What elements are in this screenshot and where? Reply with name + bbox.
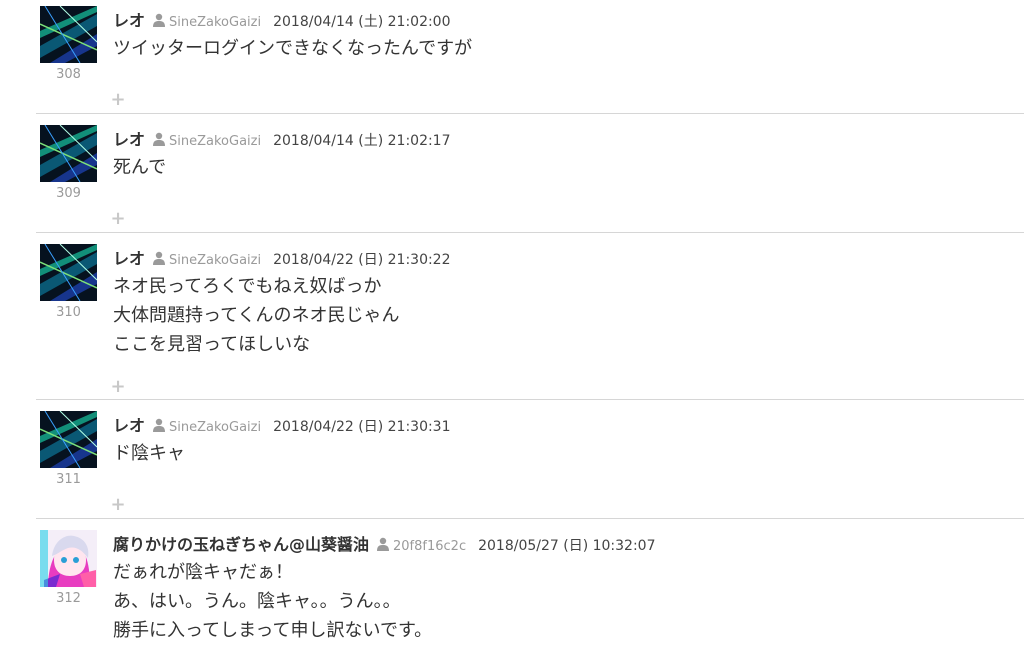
user-id[interactable]: SineZakoGaizi: [169, 253, 261, 268]
author-name[interactable]: レオ: [113, 7, 145, 31]
plus-icon[interactable]: +: [110, 496, 126, 514]
post-line: ド陰キャ: [113, 443, 185, 464]
post: 308 レオ SineZakoGaizi 2018/04/14 (土) 21:0…: [36, 0, 1024, 114]
post-line: ツイッターログインできなくなったんですが: [113, 38, 473, 59]
post: 310 レオ SineZakoGaizi 2018/04/22 (日) 21:3…: [36, 238, 1024, 400]
user-id[interactable]: 20f8f16c2c: [393, 539, 466, 554]
post-line: だぁれが陰キャだぁ！: [113, 562, 293, 583]
post-line: ネオ民ってろくでもねえ奴ばっか: [113, 276, 382, 297]
plus-icon[interactable]: +: [110, 378, 126, 396]
post-date: 2018/04/14 (土) 21:02:17: [273, 133, 451, 149]
post-header: 腐りかけの玉ねぎちゃん@山葵醤油 20f8f16c2c 2018/05/27 (…: [113, 531, 656, 555]
avatar[interactable]: [40, 530, 97, 587]
post-line: 大体問題持ってくんのネオ民じゃん: [113, 305, 400, 326]
avatar[interactable]: [40, 411, 97, 468]
post: 311 レオ SineZakoGaizi 2018/04/22 (日) 21:3…: [36, 405, 1024, 519]
user-icon: [376, 536, 390, 551]
post-body: 死んで: [113, 153, 166, 182]
author-name[interactable]: レオ: [113, 126, 145, 150]
post-line: 勝手に入ってしまって申し訳ないです。: [113, 620, 433, 641]
avatar[interactable]: [40, 125, 97, 182]
user-id[interactable]: SineZakoGaizi: [169, 134, 261, 149]
post-body: だぁれが陰キャだぁ！ あ、はい。うん。陰キャ。。うん。。 勝手に入ってしまって申…: [113, 558, 432, 645]
post-body: ネオ民ってろくでもねえ奴ばっか 大体問題持ってくんのネオ民じゃん ここを見習って…: [113, 272, 400, 359]
post-header: レオ SineZakoGaizi 2018/04/14 (土) 21:02:00: [113, 7, 451, 31]
post-number: 309: [56, 186, 81, 201]
post-body: ド陰キャ: [113, 439, 185, 468]
comment-thread: 308 レオ SineZakoGaizi 2018/04/14 (土) 21:0…: [0, 0, 1024, 662]
user-id[interactable]: SineZakoGaizi: [169, 15, 261, 30]
post-body: ツイッターログインできなくなったんですが: [113, 34, 472, 63]
post-date: 2018/04/22 (日) 21:30:31: [273, 419, 451, 435]
author-name[interactable]: レオ: [113, 412, 145, 436]
post-number: 312: [56, 591, 81, 606]
post-header: レオ SineZakoGaizi 2018/04/22 (日) 21:30:22: [113, 245, 451, 269]
post: 309 レオ SineZakoGaizi 2018/04/14 (土) 21:0…: [36, 119, 1024, 233]
post-header: レオ SineZakoGaizi 2018/04/14 (土) 21:02:17: [113, 126, 451, 150]
avatar[interactable]: [40, 6, 97, 63]
author-name[interactable]: レオ: [113, 245, 145, 269]
user-icon: [152, 131, 166, 146]
user-icon: [152, 12, 166, 27]
post-header: レオ SineZakoGaizi 2018/04/22 (日) 21:30:31: [113, 412, 451, 436]
post-number: 310: [56, 305, 81, 320]
user-id[interactable]: SineZakoGaizi: [169, 420, 261, 435]
user-icon: [152, 417, 166, 432]
plus-icon[interactable]: +: [110, 210, 126, 228]
user-icon: [152, 250, 166, 265]
post-date: 2018/04/14 (土) 21:02:00: [273, 14, 451, 30]
post-line: ここを見習ってほしいな: [113, 334, 311, 355]
post-date: 2018/05/27 (日) 10:32:07: [478, 538, 656, 554]
post-line: 死んで: [113, 157, 167, 178]
author-name[interactable]: 腐りかけの玉ねぎちゃん@山葵醤油: [113, 531, 369, 555]
avatar[interactable]: [40, 244, 97, 301]
post: 312 腐りかけの玉ねぎちゃん@山葵醤油 20f8f16c2c 2018/05/…: [36, 524, 1024, 662]
post-date: 2018/04/22 (日) 21:30:22: [273, 252, 451, 268]
post-number: 308: [56, 67, 81, 82]
post-number: 311: [56, 472, 81, 487]
post-line: あ、はい。うん。陰キャ。。うん。。: [113, 591, 401, 612]
plus-icon[interactable]: +: [110, 91, 126, 109]
